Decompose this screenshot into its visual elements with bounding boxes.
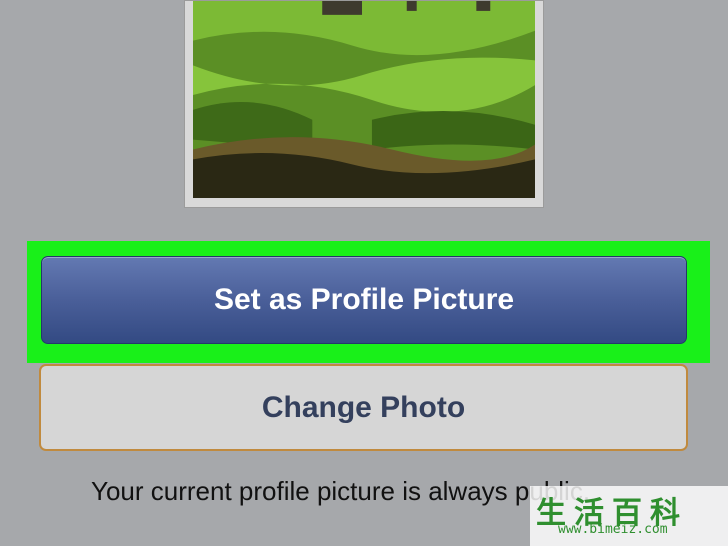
profile-photo-preview	[193, 1, 535, 198]
set-as-profile-picture-button[interactable]: Set as Profile Picture	[41, 256, 687, 344]
watermark-url: www.bimeiz.com	[558, 522, 668, 537]
watermark-logo: 生活百科 www.bimeiz.com	[530, 486, 728, 546]
set-as-profile-picture-label: Set as Profile Picture	[213, 283, 515, 316]
change-photo-button[interactable]: Change Photo	[39, 364, 688, 451]
grass-photo-image	[193, 1, 535, 198]
photo-frame	[184, 0, 544, 208]
profile-picture-public-notice: Your current profile picture is always p…	[91, 476, 591, 506]
change-photo-label: Change Photo	[261, 390, 466, 424]
